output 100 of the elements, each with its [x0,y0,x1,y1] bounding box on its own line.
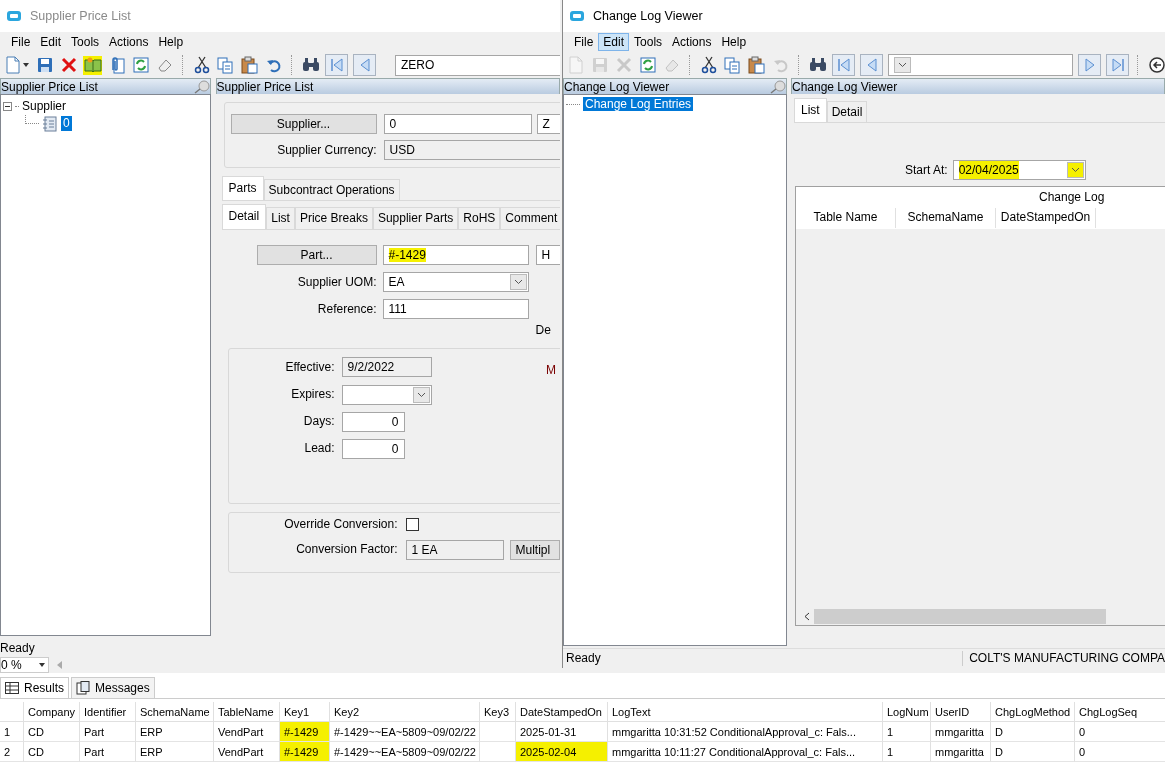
part-button[interactable]: Part... [256,244,377,265]
menu-item[interactable]: File [6,32,36,52]
table-cell: ERP [136,722,214,742]
multiply-button[interactable]: Multipl [509,539,560,560]
first-record-button[interactable] [325,54,348,76]
table-cell: ERP [136,742,214,762]
document-icon [42,115,58,132]
scissors-icon[interactable] [699,55,718,75]
delete-icon[interactable] [59,55,78,75]
collapse-icon[interactable] [3,102,12,111]
menu-item[interactable]: Edit [35,32,67,52]
tab[interactable]: RoHS [458,207,501,229]
tab[interactable]: Subcontract Operations [263,179,400,201]
field-label: Reference: [316,301,377,316]
menu-item[interactable]: Tools [66,32,105,52]
book-icon[interactable] [83,55,102,75]
column-header[interactable]: Identifier [80,702,136,722]
window-title: Change Log Viewer [593,8,703,24]
column-header[interactable]: ChgLogSeq [1075,702,1165,722]
table-cell: mmgaritta 10:31:52 ConditionalApproval_c: Fals... [608,722,883,742]
header-corner [0,702,24,722]
field-label: Conversion Factor: [295,542,398,557]
tree-item[interactable]: Change Log Entries [583,97,694,112]
uom-dropdown[interactable]: EA [382,271,529,292]
days-field[interactable]: 0 [341,411,405,432]
menu-item[interactable]: Help [153,32,189,52]
tab[interactable]: Comment [500,207,560,229]
tab[interactable]: Detail [826,101,868,123]
caret-icon[interactable] [416,391,426,398]
caret-icon[interactable] [39,663,45,667]
scroll-left-icon[interactable] [804,612,810,622]
column-header[interactable]: ChgLogMethod [991,702,1075,722]
menu-item[interactable]: Edit [598,32,630,52]
skip-last-icon [1110,57,1125,73]
column-header[interactable]: Company [24,702,80,722]
tab[interactable]: Parts [221,176,264,201]
column-header[interactable]: Table Name [796,208,896,229]
tab[interactable]: List [794,98,827,123]
empty-cell [480,722,516,742]
part-description-field[interactable]: H [535,244,560,265]
menu-item[interactable]: Help [716,32,752,52]
column-header[interactable]: DateStampedOn [516,702,608,722]
menu-item[interactable]: Actions [667,32,717,52]
table-cell: CD [24,742,80,762]
previous-record-button[interactable] [353,54,376,76]
table-cell: #-1429 [280,722,330,742]
caret-icon[interactable] [898,62,907,68]
next-icon [1082,57,1097,73]
column-header[interactable]: LogNum [883,702,931,722]
lead-field[interactable]: 0 [341,438,405,459]
checkbox[interactable] [405,517,419,531]
caret-icon[interactable] [513,278,523,285]
first-record-button[interactable] [832,54,855,76]
tab[interactable]: Price Breaks [294,207,373,229]
column-header[interactable]: UserID [931,702,991,722]
tree-item[interactable]: 0 [61,116,72,131]
copy-icon[interactable] [723,55,742,75]
next-record-button[interactable] [1078,54,1101,76]
caret-icon[interactable] [1070,167,1080,174]
back-icon[interactable] [1147,55,1165,75]
field-label: Supplier Currency: [276,142,377,158]
tab[interactable]: List [266,207,295,229]
field-label: Override Conversion: [283,517,398,532]
scrollbar-thumb[interactable] [814,609,1106,625]
column-header[interactable]: DateStampedOn [996,208,1096,229]
menu-item[interactable]: File [569,32,599,52]
column-header[interactable]: SchemaName [896,208,996,229]
copy-icon[interactable] [216,55,235,75]
supplier-name-field[interactable]: Z [536,114,560,134]
window-title: Supplier Price List [30,8,131,24]
save-icon[interactable] [35,55,54,75]
clipboard-icon[interactable] [240,55,259,75]
tab[interactable]: Results [0,677,69,698]
start-date-dropdown[interactable]: 02/04/2025 [952,160,1086,181]
column-header[interactable]: Key3 [480,702,516,722]
record-field[interactable]: ZERO [395,54,560,76]
refresh-icon[interactable] [131,55,150,75]
menu-item[interactable]: Tools [629,32,668,52]
messages-icon [76,681,90,695]
column-header[interactable]: TableName [214,702,280,722]
previous-record-button[interactable] [860,54,883,76]
scissors-icon[interactable] [192,55,211,75]
tab[interactable]: Supplier Parts [372,207,459,229]
reference-field[interactable]: 111 [382,298,529,319]
tab[interactable]: Detail [221,204,267,229]
table-cell: Part [80,722,136,742]
currency-field: USD [383,140,560,160]
tree-item[interactable]: Supplier [22,99,67,114]
supplier-field[interactable]: 0 [383,114,532,134]
menu-item[interactable]: Actions [104,32,154,52]
clipboard-icon[interactable] [747,55,766,75]
column-header[interactable]: Key2 [330,702,480,722]
last-record-button[interactable] [1106,54,1129,76]
zoom-dropdown[interactable]: 0 % [0,657,49,673]
column-header[interactable]: SchemaName [136,702,214,722]
supplier-button[interactable]: Supplier... [230,114,377,134]
column-header[interactable]: LogText [608,702,883,722]
status-text: Ready [0,640,35,656]
tab[interactable]: Messages [71,677,155,698]
refresh-icon[interactable] [638,55,657,75]
